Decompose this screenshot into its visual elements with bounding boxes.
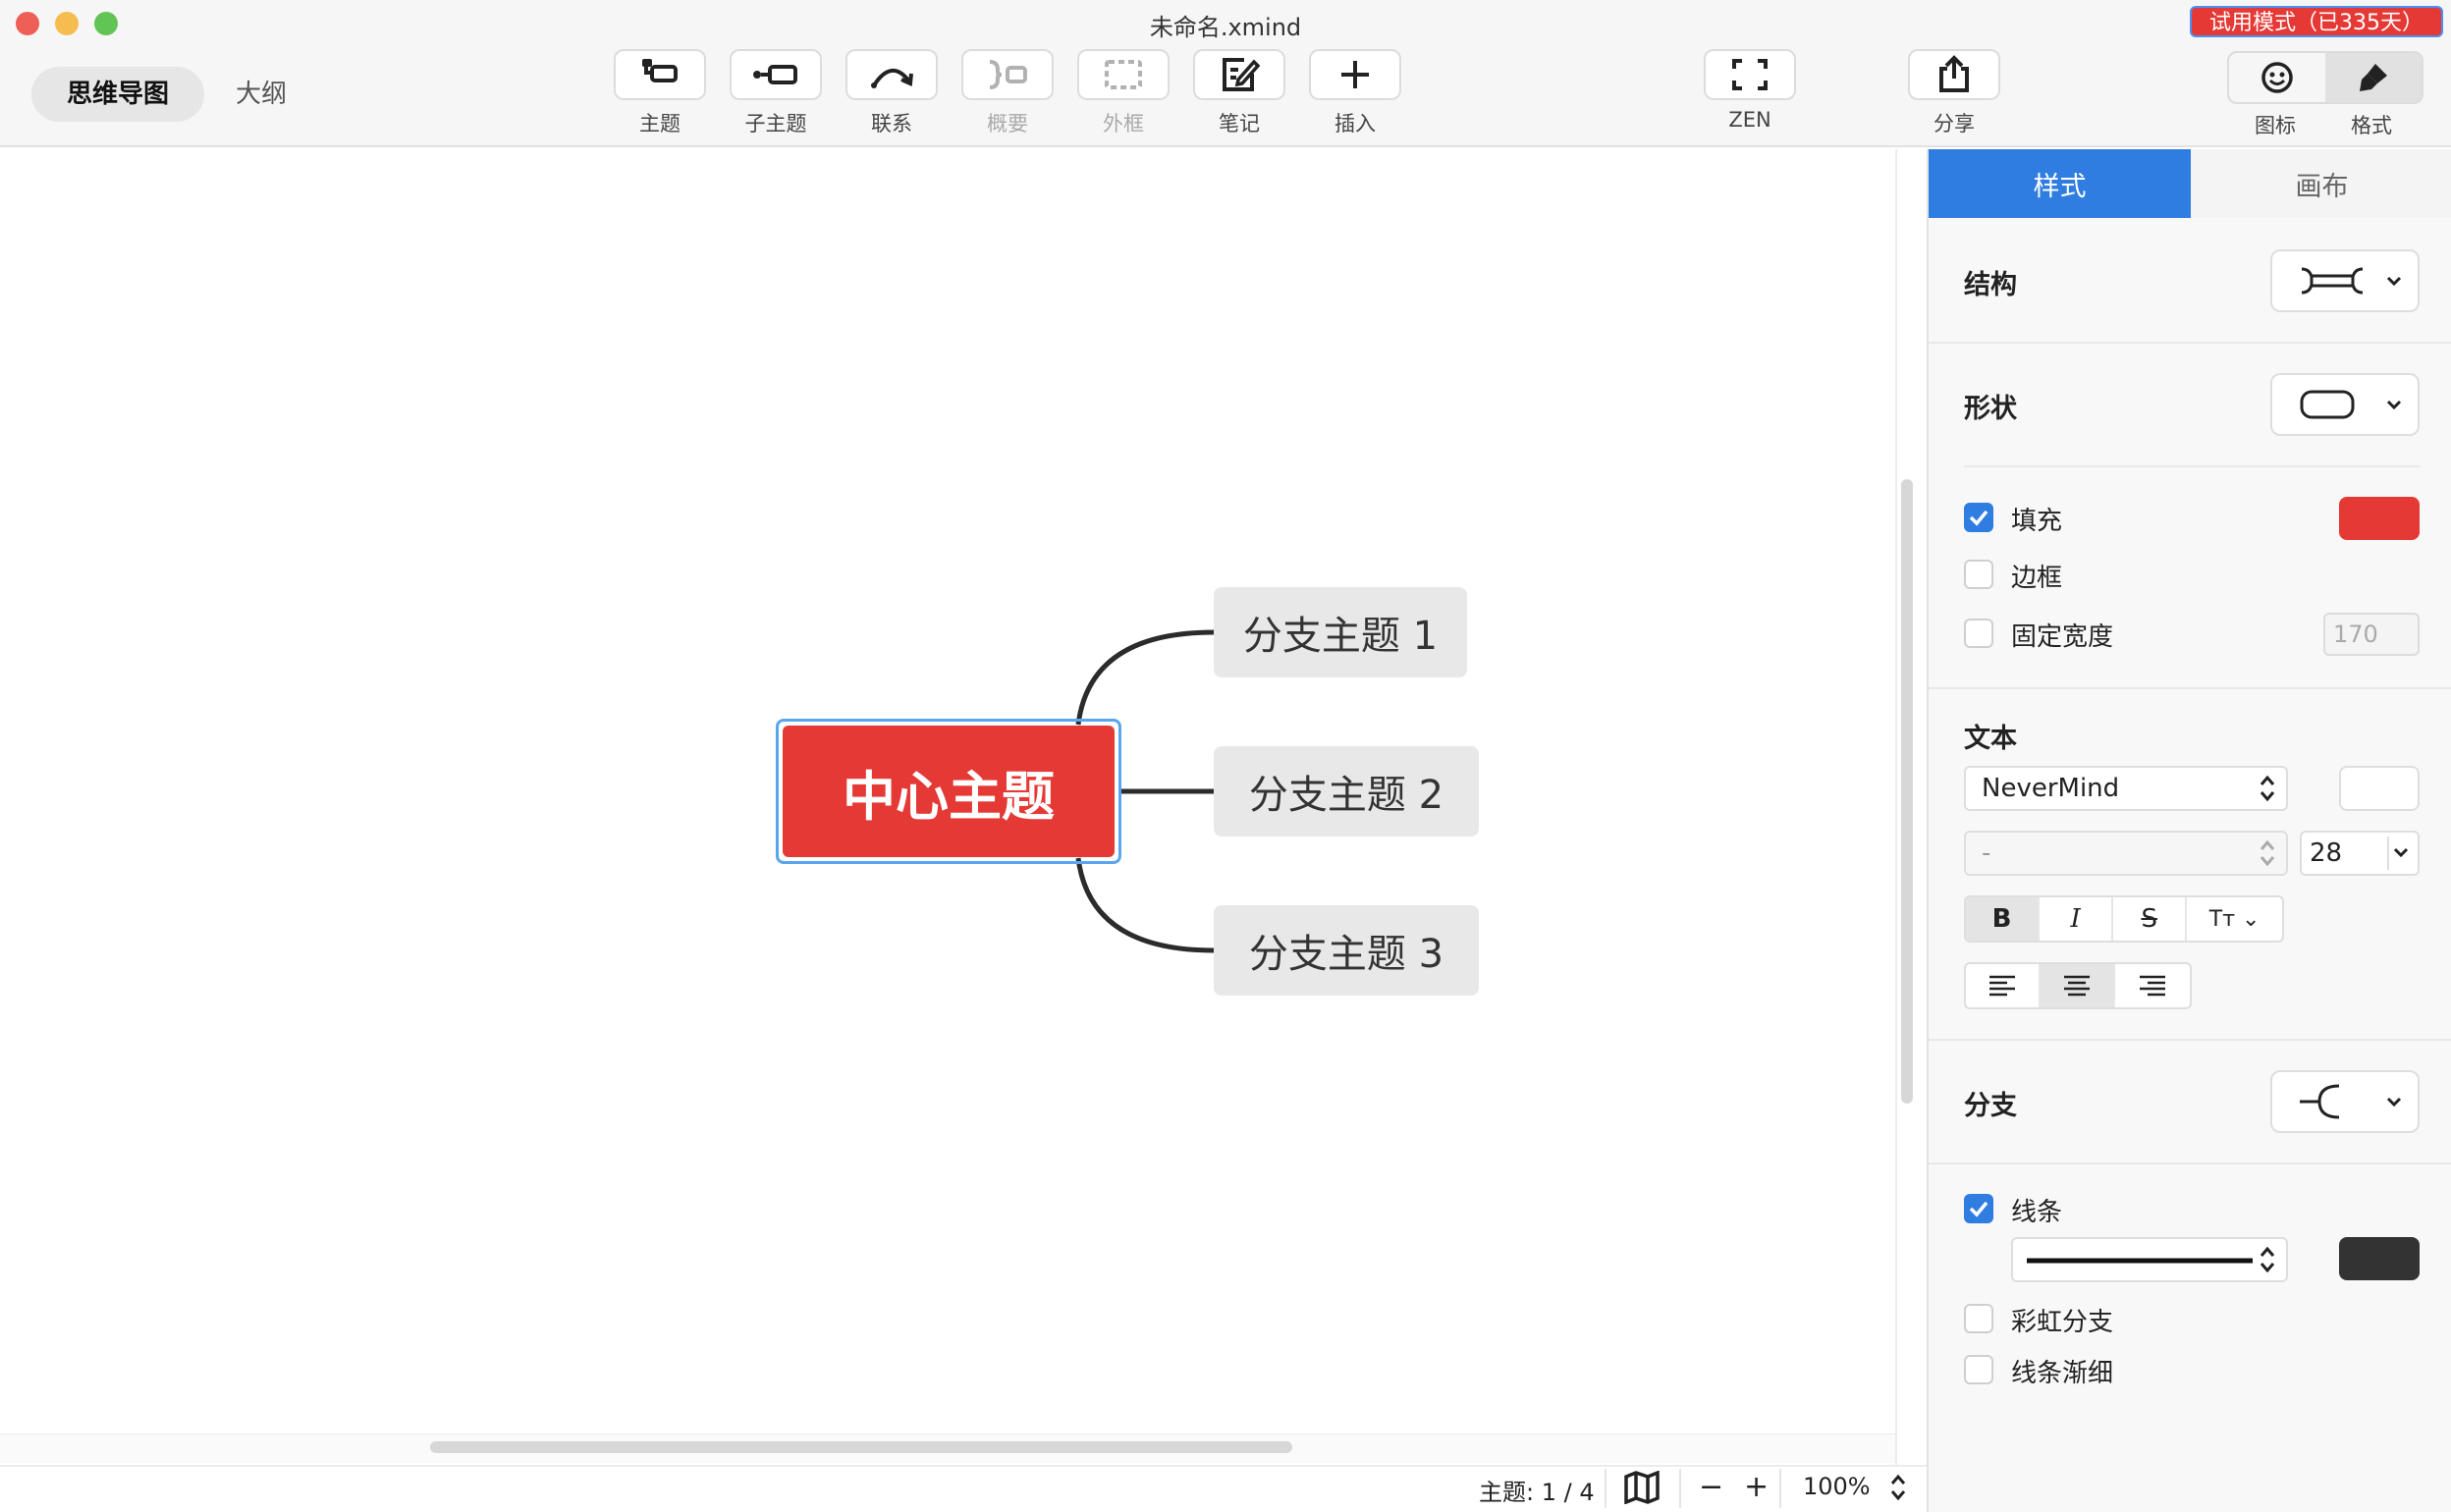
border-label: 边框 <box>2011 564 2063 593</box>
format-brush-icon <box>2360 64 2387 91</box>
chevron-down-icon <box>2386 1097 2402 1107</box>
text-align-group <box>1964 962 2192 1009</box>
branch-section-label: 分支 <box>1964 1091 2017 1121</box>
zoom-out-button[interactable]: − <box>1699 1470 1723 1504</box>
italic-button[interactable]: I <box>2040 897 2114 941</box>
branch-topic-1[interactable]: 分支主题 1 <box>1214 587 1467 677</box>
align-left-button[interactable] <box>1966 964 2041 1007</box>
fill-label: 填充 <box>2011 507 2063 536</box>
panel-toggle-labels: 图标 格式 <box>2227 110 2420 139</box>
share-icon <box>1939 55 1969 92</box>
line-checkbox[interactable] <box>1964 1194 1993 1223</box>
font-family-value: NeverMind <box>1982 774 2120 803</box>
line-label: 线条 <box>2011 1198 2063 1227</box>
zoom-level[interactable]: 100% <box>1803 1473 1871 1500</box>
align-center-icon <box>2064 975 2090 997</box>
tapered-line-checkbox[interactable] <box>1964 1355 1993 1384</box>
zoom-stepper-icon[interactable] <box>1889 1473 1907 1502</box>
rounded-rect-shape-icon <box>2300 390 2355 419</box>
text-color-swatch[interactable] <box>2339 766 2420 811</box>
icon-panel-label: 图标 <box>2255 114 2296 137</box>
share-tool[interactable]: 分享 <box>1907 49 2001 137</box>
panel-divider <box>1929 1162 2451 1164</box>
font-size-select[interactable]: 28 <box>2300 831 2420 876</box>
branch-style-dropdown[interactable] <box>2270 1070 2420 1133</box>
topic-count: 主题: 1 / 4 <box>1479 1479 1595 1506</box>
status-divider <box>1605 1469 1607 1508</box>
font-weight-value: - <box>1982 838 1991 868</box>
updown-chevron-icon <box>2260 839 2275 867</box>
connector-branch-3 <box>1075 857 1215 953</box>
updown-chevron-icon <box>2260 1246 2275 1273</box>
text-case-dropdown[interactable]: Tт ⌄ <box>2187 897 2282 941</box>
horizontal-scrollbar[interactable] <box>430 1441 1292 1453</box>
share-button[interactable] <box>1908 49 2000 100</box>
format-tabs: 样式 画布 <box>1929 149 2451 218</box>
shape-dropdown[interactable] <box>2270 373 2420 436</box>
central-topic[interactable]: 中心主题 <box>776 719 1121 864</box>
fill-color-swatch[interactable] <box>2339 497 2420 540</box>
branch-topic-3[interactable]: 分支主题 3 <box>1214 905 1479 996</box>
font-size-value: 28 <box>2310 838 2343 868</box>
line-color-swatch[interactable] <box>2339 1237 2420 1280</box>
branch-curve-icon <box>2300 1084 2340 1119</box>
align-left-icon <box>1989 975 2015 997</box>
fixed-width-label: 固定宽度 <box>2011 622 2114 652</box>
branch-topic-2[interactable]: 分支主题 2 <box>1214 746 1479 837</box>
trial-badge[interactable]: 试用模式（已335天） <box>2190 6 2443 37</box>
shape-label: 形状 <box>1964 394 2017 424</box>
line-style-select[interactable] <box>2011 1237 2288 1282</box>
fill-checkbox[interactable] <box>1964 503 1993 532</box>
vertical-scrollbar[interactable] <box>1901 479 1913 1104</box>
align-right-button[interactable] <box>2115 964 2190 1007</box>
tab-canvas[interactable]: 画布 <box>2191 149 2451 218</box>
align-center-button[interactable] <box>2041 964 2115 1007</box>
format-panel-label: 格式 <box>2351 114 2392 137</box>
structure-dropdown[interactable] <box>2270 249 2420 312</box>
connector-branch-1 <box>1075 629 1215 726</box>
rainbow-branch-label: 彩虹分支 <box>2011 1308 2114 1337</box>
structure-label: 结构 <box>1964 270 2017 300</box>
checkmark-icon <box>1969 1201 1988 1217</box>
format-panel-button[interactable] <box>2325 53 2422 102</box>
map-overview-button[interactable] <box>1622 1470 1661 1508</box>
structure-map-icon <box>2301 267 2364 295</box>
canvas-divider <box>1895 149 1897 1465</box>
checkmark-icon <box>1969 510 1988 526</box>
updown-chevron-icon <box>2260 775 2275 802</box>
text-section-label: 文本 <box>1964 724 2017 754</box>
solid-line-icon <box>2027 1258 2253 1264</box>
panel-divider <box>1964 465 2420 467</box>
bold-button[interactable]: B <box>1966 897 2041 941</box>
chevron-down-icon <box>2386 276 2402 287</box>
chevron-down-icon <box>2387 837 2409 870</box>
fixed-width-checkbox[interactable] <box>1964 619 1993 648</box>
font-weight-select[interactable]: - <box>1964 831 2288 876</box>
icon-panel-button[interactable] <box>2229 53 2325 102</box>
branch-connectors <box>1075 629 1215 953</box>
tab-style[interactable]: 样式 <box>1929 149 2191 218</box>
panel-toggle <box>2227 51 2424 104</box>
zoom-in-button[interactable]: + <box>1744 1470 1769 1504</box>
share-label: 分享 <box>1934 112 1975 135</box>
font-family-select[interactable]: NeverMind <box>1964 766 2288 811</box>
rainbow-branch-checkbox[interactable] <box>1964 1304 1993 1333</box>
align-right-icon <box>2140 975 2165 997</box>
central-topic-label: 中心主题 <box>783 726 1115 857</box>
panel-divider <box>1929 342 2451 344</box>
tapered-line-label: 线条渐细 <box>2011 1359 2114 1388</box>
panel-divider <box>1929 687 2451 689</box>
text-style-group: B I S Tт ⌄ <box>1964 895 2284 943</box>
format-panel: 样式 画布 结构 形状 填充 边框 固定宽度 170 文本 NeverMind … <box>1927 149 2451 1512</box>
fixed-width-input[interactable]: 170 <box>2323 613 2420 656</box>
map-icon <box>1624 1470 1660 1505</box>
xmind-window: 未命名.xmind 试用模式（已335天） 思维导图 大纲 主题 子主题 联系 … <box>0 0 2451 1512</box>
smiley-icon <box>2261 62 2293 93</box>
status-divider <box>1779 1469 1781 1508</box>
border-checkbox[interactable] <box>1964 560 1993 589</box>
strikethrough-button[interactable]: S <box>2113 897 2188 941</box>
chevron-down-icon <box>2386 400 2402 410</box>
panel-divider <box>1929 1039 2451 1041</box>
status-divider <box>1679 1469 1681 1508</box>
